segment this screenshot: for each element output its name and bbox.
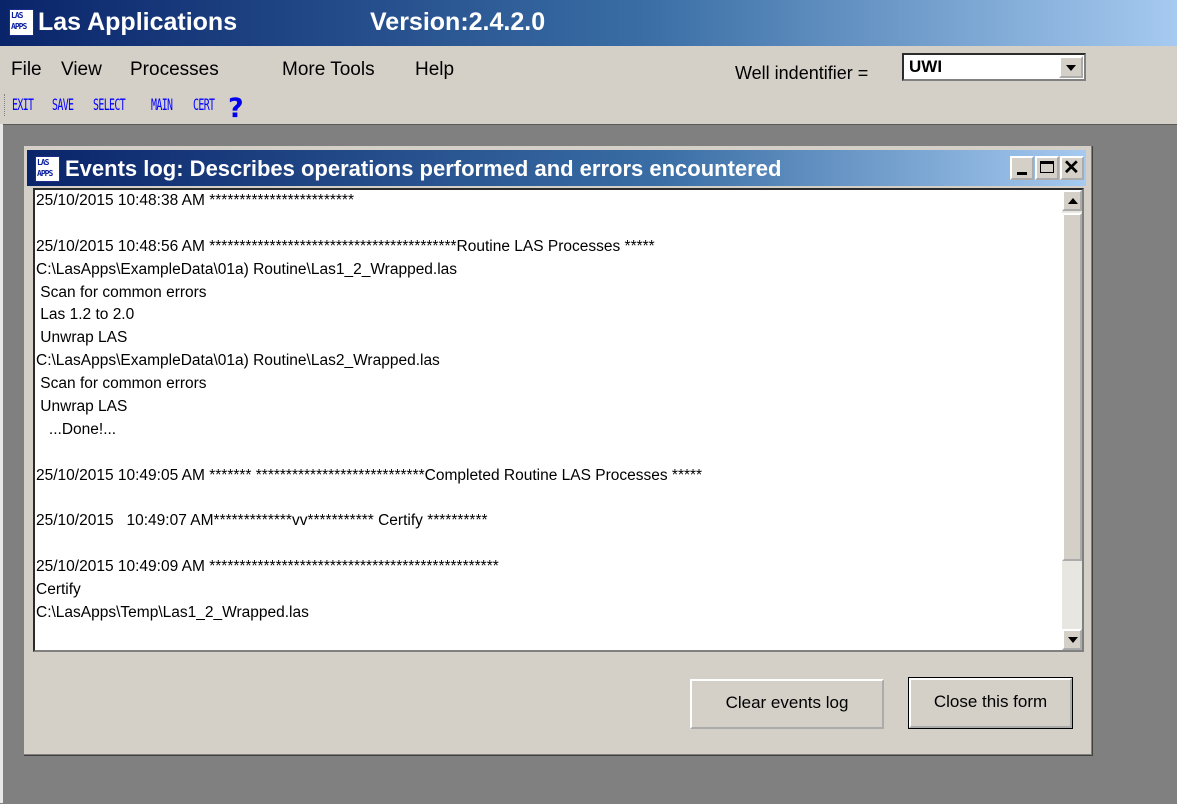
main-button[interactable]: MAIN <box>151 95 173 114</box>
log-line: Unwrap LAS <box>36 398 128 416</box>
log-line: Las 1.2 to 2.0 <box>36 306 135 324</box>
chevron-down-icon <box>1066 65 1076 71</box>
log-line: Unwrap LAS <box>36 329 128 347</box>
app-logo-icon: LAS APPS <box>9 9 34 36</box>
toolbar-grip[interactable] <box>4 94 8 116</box>
exit-button[interactable]: EXIT <box>12 95 34 114</box>
select-button[interactable]: SELECT <box>93 95 126 114</box>
scroll-down-button[interactable] <box>1062 629 1082 650</box>
app-version: Version:2.4.2.0 <box>370 8 546 36</box>
menu-view[interactable]: View <box>61 59 102 81</box>
events-log-title-bar[interactable]: LAS APPS Events log: Describes operation… <box>27 150 1086 186</box>
log-line: Scan for common errors <box>36 283 207 301</box>
dropdown-button[interactable] <box>1059 56 1083 78</box>
vertical-scrollbar[interactable] <box>1062 190 1082 650</box>
app-logo-icon: LAS APPS <box>35 156 60 182</box>
log-line: 25/10/2015 10:48:56 AM *****************… <box>36 237 655 255</box>
events-log-window: LAS APPS Events log: Describes operation… <box>23 145 1092 755</box>
maximize-icon <box>1040 161 1054 173</box>
menu-more-tools[interactable]: More Tools <box>282 59 375 81</box>
mdi-left-edge <box>0 124 3 803</box>
log-line: Certify <box>36 581 81 599</box>
log-line: ...Done!... <box>36 420 117 438</box>
arrow-up-icon <box>1068 198 1078 204</box>
events-log-textbox[interactable]: 25/10/2015 10:48:38 AM *****************… <box>33 188 1084 652</box>
clear-events-log-button[interactable]: Clear events log <box>690 679 884 729</box>
menu-file[interactable]: File <box>11 59 42 81</box>
log-line: 25/10/2015 10:49:09 AM *****************… <box>36 558 499 576</box>
log-line: C:\LasApps\ExampleData\01a) Routine\Las2… <box>36 352 440 370</box>
menu-help[interactable]: Help <box>415 59 454 81</box>
well-identifier-value: UWI <box>909 57 943 76</box>
close-window-button[interactable]: ✕ <box>1060 156 1084 180</box>
arrow-down-icon <box>1068 637 1078 643</box>
app-title-bar: LAS APPS Las Applications Version:2.4.2.… <box>0 0 1177 46</box>
toolbar: EXIT SAVE SELECT MAIN CERT <box>0 90 1177 122</box>
events-log-title: Events log: Describes operations perform… <box>65 156 782 181</box>
minimize-icon <box>1017 172 1027 175</box>
app-title: Las Applications <box>38 8 238 36</box>
menu-processes[interactable]: Processes <box>130 59 219 81</box>
log-line: 25/10/2015 10:48:38 AM *****************… <box>36 192 354 209</box>
log-line: 25/10/2015 10:49:05 AM ******* *********… <box>36 466 703 484</box>
events-log-content: 25/10/2015 10:48:38 AM *****************… <box>36 190 1051 625</box>
cert-button[interactable]: CERT <box>193 95 215 114</box>
question-mark-icon[interactable]: ? <box>228 93 244 124</box>
log-line: Scan for common errors <box>36 375 207 393</box>
scrollbar-thumb[interactable] <box>1062 213 1082 561</box>
maximize-button[interactable] <box>1035 156 1059 180</box>
well-identifier-select[interactable]: UWI <box>902 53 1086 81</box>
scroll-up-button[interactable] <box>1062 190 1082 211</box>
save-button[interactable]: SAVE <box>52 95 74 114</box>
close-form-button[interactable]: Close this form <box>908 677 1073 729</box>
log-line: C:\LasApps\ExampleData\01a) Routine\Las1… <box>36 260 458 278</box>
close-icon: ✕ <box>1063 157 1080 179</box>
log-line: 25/10/2015 10:49:07 AM*************vv***… <box>36 512 488 530</box>
well-identifier-label: Well indentifier = <box>735 63 869 83</box>
minimize-button[interactable] <box>1010 156 1034 180</box>
log-line: C:\LasApps\Temp\Las1_2_Wrapped.las <box>36 604 309 622</box>
